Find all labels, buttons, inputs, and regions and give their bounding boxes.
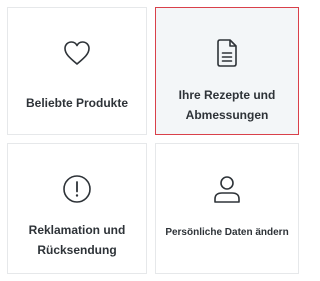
tile-popular-products[interactable]: Beliebte Produkte xyxy=(7,7,147,135)
heart-icon xyxy=(60,36,94,70)
tile-label: Beliebte Produkte xyxy=(25,96,129,110)
tile-prescriptions-measurements[interactable]: Ihre Rezepte und Abmessungen xyxy=(155,7,299,135)
document-icon xyxy=(210,36,244,70)
tile-personal-data[interactable]: Persönliche Daten ändern xyxy=(155,143,299,274)
user-icon xyxy=(210,172,244,206)
tile-label: Reklamation und Rücksendung xyxy=(28,223,126,257)
account-menu-grid: Beliebte Produkte Ihre Rezepte und Abmes… xyxy=(0,0,304,281)
tile-complaints-returns[interactable]: Reklamation und Rücksendung xyxy=(7,143,147,274)
tile-label: Persönliche Daten ändern xyxy=(165,227,289,238)
tile-label: Ihre Rezepte und Abmessungen xyxy=(178,88,276,122)
exclamation-circle-icon xyxy=(60,172,94,206)
